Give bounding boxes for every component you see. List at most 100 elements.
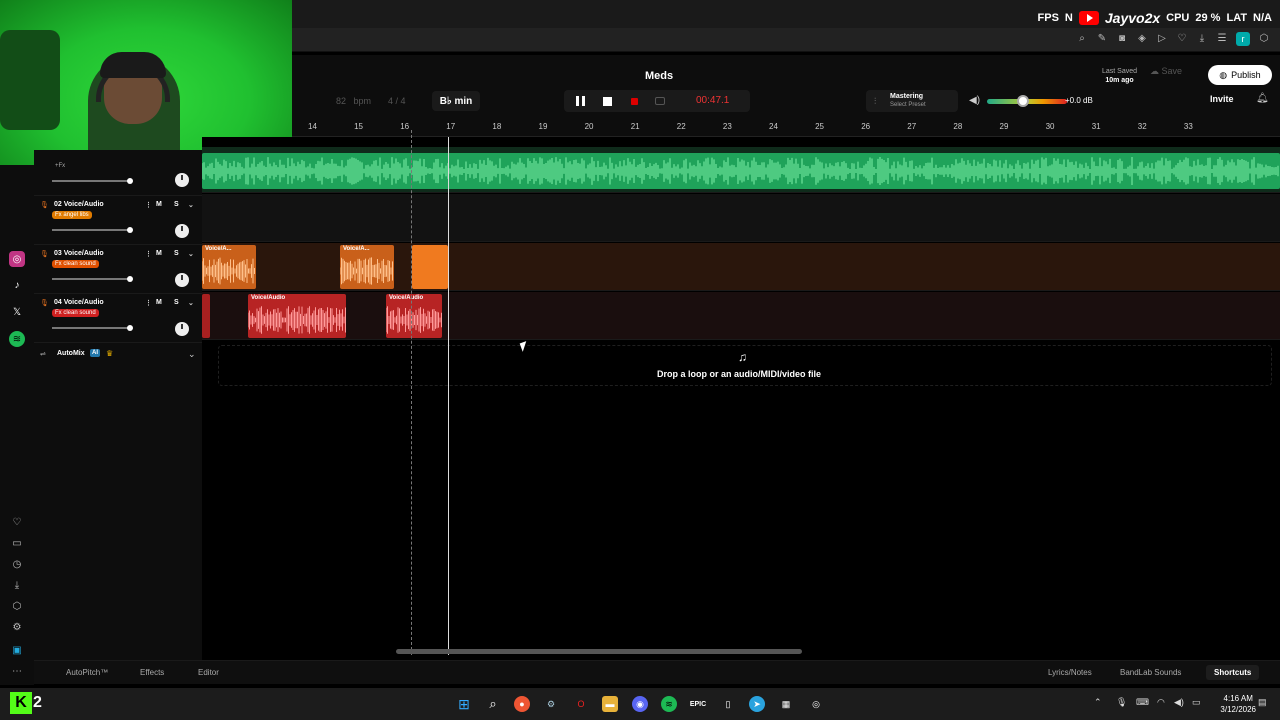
steam-icon[interactable]: ⚙: [543, 696, 559, 712]
spotify-icon[interactable]: ≋: [661, 696, 677, 712]
chat-icon[interactable]: ▭: [9, 535, 25, 551]
notification-icon[interactable]: ▤: [1258, 697, 1267, 708]
solo-button[interactable]: S: [174, 250, 179, 257]
opera-icon[interactable]: O: [573, 696, 589, 712]
chevron-down-icon[interactable]: ⌄: [188, 201, 194, 209]
send-icon[interactable]: ▷: [1156, 32, 1168, 44]
master-volume-handle[interactable]: [1017, 95, 1029, 107]
mic-icon[interactable]: 🎙︎: [1116, 697, 1127, 708]
instagram-icon[interactable]: ◎: [9, 251, 25, 267]
volume-slider[interactable]: [52, 276, 133, 282]
more-icon[interactable]: ⋮: [145, 250, 152, 258]
stop-button[interactable]: [601, 95, 613, 107]
audio-clip[interactable]: Voice/A...: [340, 245, 394, 289]
volume-slider[interactable]: [52, 178, 133, 184]
project-title[interactable]: Meds: [645, 70, 673, 82]
more-icon[interactable]: ⋮: [145, 299, 152, 307]
menu-icon[interactable]: ☰: [1216, 32, 1228, 44]
chevron-down-icon[interactable]: ⌄: [188, 250, 194, 258]
time-signature[interactable]: 4 / 4: [388, 96, 406, 106]
obs-icon[interactable]: ◎: [808, 696, 824, 712]
pan-knob[interactable]: [175, 173, 189, 187]
bandlab-sounds-button[interactable]: BandLab Sounds: [1120, 668, 1181, 677]
save-button[interactable]: ☁ Save: [1150, 66, 1182, 77]
fx-badge[interactable]: +Fx: [52, 162, 68, 170]
mute-button[interactable]: M: [156, 250, 162, 257]
shield-icon[interactable]: ◈: [1136, 32, 1148, 44]
search-icon[interactable]: ⌕: [485, 696, 501, 712]
track-name[interactable]: 04 Voice/Audio: [54, 299, 104, 306]
automix-row[interactable]: ⇌ AutoMix AI ♛ ⌄: [40, 349, 200, 363]
track-header-04[interactable]: 🎙︎ 04 Voice/Audio Fx clean sound ⋮ M S ⌄: [34, 294, 202, 343]
pause-button[interactable]: [574, 95, 586, 107]
document-icon[interactable]: ▯: [720, 696, 736, 712]
x-icon[interactable]: 𝕏: [9, 304, 25, 320]
track-lane-03[interactable]: Voice/A... Voice/A...: [202, 243, 1280, 291]
audio-clip[interactable]: [202, 153, 1280, 189]
keyboard-icon[interactable]: ⌨: [1136, 697, 1149, 708]
puzzle-icon[interactable]: ⬡: [1258, 32, 1270, 44]
edit-icon[interactable]: ✎: [1096, 32, 1108, 44]
autopitch-button[interactable]: AutoPitch™: [66, 668, 108, 677]
horizontal-scrollbar[interactable]: [396, 649, 802, 654]
shortcuts-button[interactable]: Shortcuts: [1206, 665, 1260, 680]
track-name[interactable]: 02 Voice/Audio: [54, 201, 104, 208]
volume-icon[interactable]: ◀): [1174, 697, 1184, 708]
heart-icon[interactable]: ♡: [1176, 32, 1188, 44]
pan-knob[interactable]: [175, 273, 189, 287]
loop-button[interactable]: [654, 95, 666, 107]
audio-clip[interactable]: Voice/Audio: [248, 294, 346, 338]
bpm-field[interactable]: 82 bpm: [336, 96, 371, 106]
more-icon[interactable]: ⋮: [145, 201, 152, 209]
timeline-ruler[interactable]: 14 15 16 17 18 19 20 21 22 23 24 25 26 27 28 29 30 31 32 33: [290, 119, 1280, 137]
download-icon[interactable]: ⤓: [9, 577, 25, 593]
zoom-icon[interactable]: ⌕: [1076, 32, 1088, 44]
audio-clip[interactable]: Voice/A...: [202, 245, 256, 289]
editor-button[interactable]: Editor: [198, 668, 219, 677]
recording-clip[interactable]: [412, 245, 448, 289]
mastering-button[interactable]: ⫶ Mastering Select Preset: [866, 90, 958, 112]
notification-bell-icon[interactable]: 🔔︎: [1256, 93, 1269, 104]
app-icon[interactable]: ▣: [9, 642, 25, 658]
loop-marker[interactable]: [411, 130, 412, 655]
chevron-down-icon[interactable]: ⌄: [188, 349, 196, 360]
invite-button[interactable]: Invite: [1210, 94, 1234, 104]
mute-button[interactable]: M: [156, 201, 162, 208]
effects-button[interactable]: Effects: [140, 668, 164, 677]
lyrics-notes-button[interactable]: Lyrics/Notes: [1048, 668, 1092, 677]
volume-slider[interactable]: [52, 325, 133, 331]
battery-icon[interactable]: ▭: [1192, 697, 1201, 708]
chevron-up-icon[interactable]: ⌃: [1094, 697, 1102, 708]
download-icon[interactable]: ⤓: [1196, 32, 1208, 44]
camera-icon[interactable]: ◙: [1116, 32, 1128, 44]
fx-badge[interactable]: Fx clean sound: [52, 309, 99, 317]
telegram-icon[interactable]: ➤: [749, 696, 765, 712]
tiktok-icon[interactable]: ♪: [9, 277, 25, 293]
track-lane-01[interactable]: [202, 147, 1280, 193]
track-lane-04[interactable]: Voice/Audio Voice/Audio: [202, 292, 1280, 340]
track-header-01[interactable]: +Fx: [34, 150, 202, 196]
mute-button[interactable]: M: [156, 299, 162, 306]
track-header-02[interactable]: 🎙︎ 02 Voice/Audio Fx angel libs ⋮ M S ⌄: [34, 196, 202, 245]
timeline-area[interactable]: Voice/A... Voice/A... Voice/Audio Voice/…: [202, 137, 1280, 660]
more-icon[interactable]: ⋯: [9, 663, 25, 679]
system-clock[interactable]: 4:16 AM 3/12/2026: [1220, 693, 1256, 715]
wifi-icon[interactable]: ◠: [1157, 697, 1165, 708]
heart-icon[interactable]: ♡: [9, 514, 25, 530]
volume-slider[interactable]: [52, 227, 133, 233]
track-lane-02[interactable]: [202, 194, 1280, 242]
fx-badge[interactable]: Fx clean sound: [52, 260, 99, 268]
track-header-03[interactable]: 🎙︎ 03 Voice/Audio Fx clean sound ⋮ M S ⌄: [34, 245, 202, 294]
extension-icon[interactable]: r: [1236, 32, 1250, 46]
playhead[interactable]: [448, 137, 449, 655]
pan-knob[interactable]: [175, 322, 189, 336]
chrome-icon[interactable]: ●: [514, 696, 530, 712]
key-button[interactable]: B♭ min: [432, 91, 480, 111]
solo-button[interactable]: S: [174, 201, 179, 208]
audio-clip[interactable]: Voice/Audio: [386, 294, 442, 338]
chevron-down-icon[interactable]: ⌄: [188, 299, 194, 307]
pan-knob[interactable]: [175, 224, 189, 238]
track-name[interactable]: 03 Voice/Audio: [54, 250, 104, 257]
record-button[interactable]: [628, 95, 640, 107]
speaker-icon[interactable]: ◀): [969, 95, 980, 106]
